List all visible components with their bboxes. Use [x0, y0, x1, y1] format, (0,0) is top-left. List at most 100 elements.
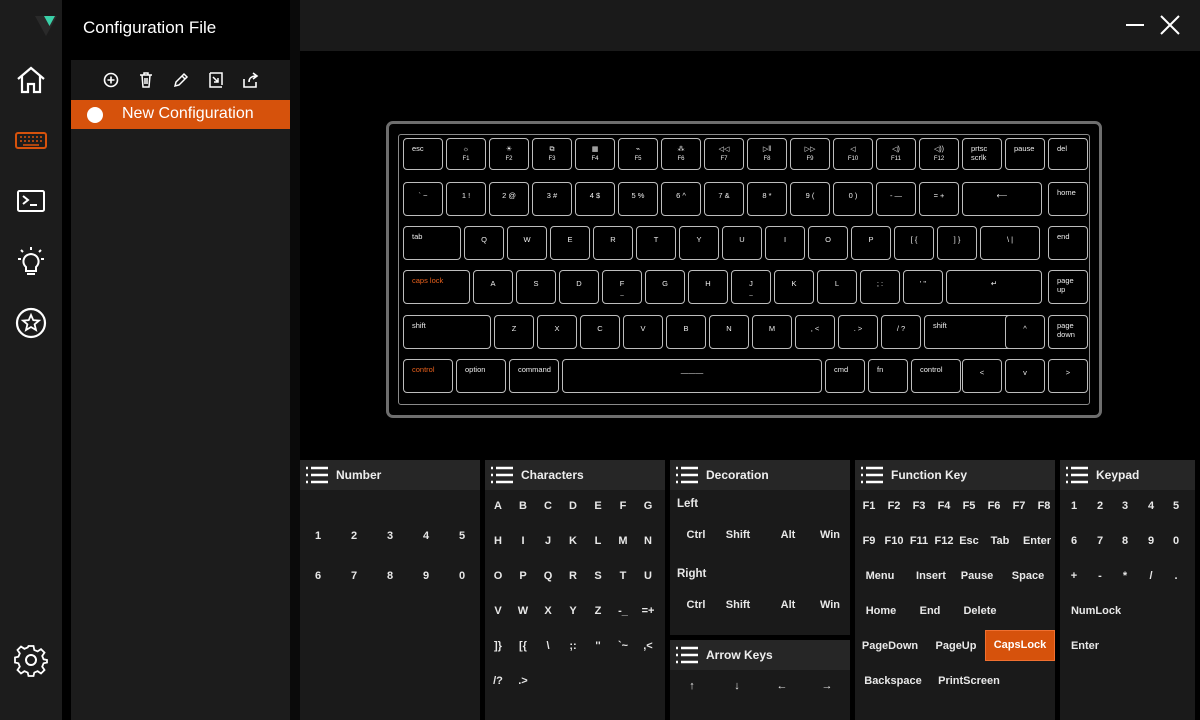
- section-key-item[interactable]: D: [563, 497, 583, 515]
- keyboard-key[interactable]: shift: [924, 315, 1014, 349]
- keyboard-key[interactable]: - —: [876, 182, 916, 216]
- close-icon[interactable]: [1159, 14, 1181, 36]
- export-config-icon[interactable]: [241, 70, 261, 90]
- section-key-item[interactable]: F9: [857, 532, 881, 550]
- keyboard-key[interactable]: ◁ F10: [833, 138, 873, 170]
- decoration-right-item[interactable]: Ctrl: [679, 596, 713, 614]
- keyboard-key[interactable]: 2 @: [489, 182, 529, 216]
- section-key-item[interactable]: 7: [344, 567, 364, 585]
- section-key-item[interactable]: A: [488, 497, 508, 515]
- keyboard-key[interactable]: end: [1048, 226, 1088, 260]
- section-key-item[interactable]: ]}: [488, 637, 508, 655]
- capslock-selected-button[interactable]: CapsLock: [985, 630, 1055, 661]
- section-key-item[interactable]: Y: [563, 602, 583, 620]
- section-key-item[interactable]: F1: [857, 497, 881, 515]
- section-key-item[interactable]: O: [488, 567, 508, 585]
- section-key-item[interactable]: 2: [344, 527, 364, 545]
- keyboard-key[interactable]: ⌁ F5: [618, 138, 658, 170]
- keyboard-key[interactable]: / ?: [881, 315, 921, 349]
- keyboard-key[interactable]: shift: [403, 315, 491, 349]
- keyboard-key[interactable]: L: [817, 270, 857, 304]
- section-key-item[interactable]: F: [613, 497, 633, 515]
- keyboard-key[interactable]: command: [509, 359, 559, 393]
- section-key-item[interactable]: P: [513, 567, 533, 585]
- keyboard-key[interactable]: ⟵: [962, 182, 1042, 216]
- section-key-item[interactable]: [{: [513, 637, 533, 655]
- rename-config-icon[interactable]: [171, 70, 191, 90]
- keyboard-key[interactable]: [ {: [894, 226, 934, 260]
- keyboard-key[interactable]: I: [765, 226, 805, 260]
- section-key-item[interactable]: 0: [452, 567, 472, 585]
- section-key-item[interactable]: \: [538, 637, 558, 655]
- keyboard-key[interactable]: S: [516, 270, 556, 304]
- settings-nav-button[interactable]: [11, 640, 51, 680]
- keyboard-key[interactable]: C: [580, 315, 620, 349]
- keyboard-key[interactable]: ———: [562, 359, 822, 393]
- keyboard-key[interactable]: ▷▷ F9: [790, 138, 830, 170]
- section-key-item[interactable]: I: [513, 532, 533, 550]
- section-key-item[interactable]: ↓: [727, 677, 747, 695]
- keyboard-key[interactable]: ^: [1005, 315, 1045, 349]
- keyboard-key[interactable]: ⧉ F3: [532, 138, 572, 170]
- keyboard-key[interactable]: G: [645, 270, 685, 304]
- keyboard-key[interactable]: ] }: [937, 226, 977, 260]
- keyboard-key[interactable]: pause: [1005, 138, 1045, 170]
- keyboard-key[interactable]: K: [774, 270, 814, 304]
- keyboard-key[interactable]: ☼ F1: [446, 138, 486, 170]
- section-key-item[interactable]: 4: [1141, 497, 1161, 515]
- keyboard-key[interactable]: F _: [602, 270, 642, 304]
- section-key-item[interactable]: X: [538, 602, 558, 620]
- keyboard-key[interactable]: X: [537, 315, 577, 349]
- section-key-item[interactable]: ;:: [563, 637, 583, 655]
- keyboard-key[interactable]: control: [403, 359, 453, 393]
- keyboard-key[interactable]: P: [851, 226, 891, 260]
- section-key-item[interactable]: F7: [1007, 497, 1031, 515]
- section-key-item[interactable]: 5: [452, 527, 472, 545]
- section-key-item[interactable]: N: [638, 532, 658, 550]
- section-key-item[interactable]: 6: [308, 567, 328, 585]
- keyboard-key[interactable]: . >: [838, 315, 878, 349]
- minimize-icon[interactable]: [1124, 14, 1146, 36]
- section-key-item[interactable]: S: [588, 567, 608, 585]
- section-key-item[interactable]: /: [1141, 567, 1161, 585]
- keyboard-key[interactable]: M: [752, 315, 792, 349]
- keyboard-key[interactable]: 4 $: [575, 182, 615, 216]
- section-key-item[interactable]: .>: [513, 672, 533, 690]
- keyboard-key[interactable]: 1 !: [446, 182, 486, 216]
- section-key-item[interactable]: 2: [1090, 497, 1110, 515]
- section-key-item[interactable]: 8: [1115, 532, 1135, 550]
- keyboard-key[interactable]: home: [1048, 182, 1088, 216]
- keyboard-key[interactable]: = +: [919, 182, 959, 216]
- keyboard-key[interactable]: caps lock: [403, 270, 470, 304]
- keyboard-key[interactable]: E: [550, 226, 590, 260]
- section-key-item[interactable]: Q: [538, 567, 558, 585]
- section-key-item[interactable]: 3: [380, 527, 400, 545]
- section-key-item[interactable]: +: [1064, 567, 1084, 585]
- section-key-item[interactable]: F8: [1032, 497, 1056, 515]
- section-key-item[interactable]: Tab: [986, 532, 1014, 550]
- terminal-nav-button[interactable]: [11, 181, 51, 221]
- section-key-item[interactable]: 3: [1115, 497, 1135, 515]
- section-key-item[interactable]: NumLock: [1066, 602, 1126, 620]
- section-key-item[interactable]: PageDown: [857, 637, 923, 655]
- section-key-item[interactable]: -: [1090, 567, 1110, 585]
- keyboard-key[interactable]: ` ~: [403, 182, 443, 216]
- keyboard-key[interactable]: ▷‖ F8: [747, 138, 787, 170]
- keyboard-key[interactable]: J _: [731, 270, 771, 304]
- section-key-item[interactable]: ,<: [638, 637, 658, 655]
- decoration-left-item[interactable]: Alt: [771, 526, 805, 544]
- section-key-item[interactable]: /?: [488, 672, 508, 690]
- import-config-icon[interactable]: [206, 70, 226, 90]
- section-key-item[interactable]: J: [538, 532, 558, 550]
- section-key-item[interactable]: 8: [380, 567, 400, 585]
- keyboard-key[interactable]: option: [456, 359, 506, 393]
- add-config-icon[interactable]: [101, 70, 121, 90]
- keyboard-key[interactable]: tab: [403, 226, 461, 260]
- keyboard-key[interactable]: 8 *: [747, 182, 787, 216]
- section-key-item[interactable]: 0: [1166, 532, 1186, 550]
- splitter[interactable]: [290, 0, 300, 720]
- keyboard-key[interactable]: U: [722, 226, 762, 260]
- section-key-item[interactable]: `~: [613, 637, 633, 655]
- section-key-item[interactable]: F2: [882, 497, 906, 515]
- section-key-item[interactable]: F4: [932, 497, 956, 515]
